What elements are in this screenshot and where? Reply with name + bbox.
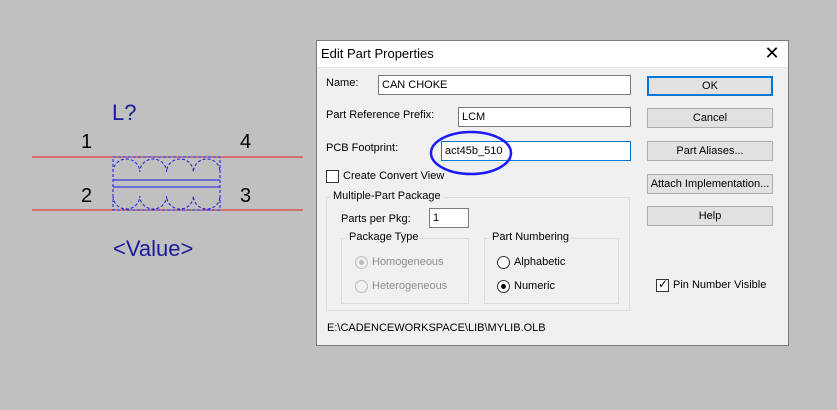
package-type-group [341, 238, 469, 304]
alphabetic-radio[interactable] [497, 256, 510, 269]
name-input[interactable]: CAN CHOKE [378, 75, 631, 95]
ok-button[interactable]: OK [647, 76, 773, 96]
multi-part-group-title: Multiple-Part Package [331, 190, 443, 202]
parts-per-pkg-label: Parts per Pkg: [341, 213, 411, 225]
part-numbering-title: Part Numbering [490, 231, 572, 243]
footprint-label: PCB Footprint: [326, 142, 399, 154]
part-reference[interactable]: L? [112, 100, 136, 126]
pin-number-visible-label: Pin Number Visible [673, 279, 767, 291]
attach-implementation-button[interactable]: Attach Implementation... [647, 174, 773, 194]
dialog-titlebar[interactable]: Edit Part Properties ✕ [317, 41, 788, 68]
help-button[interactable]: Help [647, 206, 773, 226]
dialog-title: Edit Part Properties [321, 46, 434, 61]
numeric-radio[interactable] [497, 280, 510, 293]
part-numbering-group [484, 238, 619, 304]
name-label: Name: [326, 77, 359, 89]
create-convert-checkbox[interactable] [326, 170, 339, 183]
pin-number-2: 2 [81, 185, 93, 207]
heterogeneous-label: Heterogeneous [372, 280, 448, 292]
heterogeneous-radio[interactable] [355, 280, 368, 293]
coil-bottom [112, 195, 221, 210]
homogeneous-radio[interactable] [355, 256, 368, 269]
package-type-title: Package Type [347, 231, 421, 243]
parts-per-pkg-input[interactable]: 1 [429, 208, 469, 228]
homogeneous-label: Homogeneous [372, 256, 444, 268]
pin-number-visible-checkbox[interactable] [656, 277, 669, 292]
prefix-input[interactable]: LCM [458, 107, 631, 127]
edit-part-properties-dialog: Edit Part Properties ✕ Name: CAN CHOKE P… [316, 40, 789, 346]
cancel-button[interactable]: Cancel [647, 108, 773, 128]
alphabetic-label: Alphabetic [514, 256, 566, 268]
create-convert-label: Create Convert View [343, 170, 445, 182]
pin-number-3: 3 [240, 185, 252, 207]
coil-top [112, 158, 221, 173]
part-aliases-button[interactable]: Part Aliases... [647, 141, 773, 161]
numeric-label: Numeric [514, 280, 555, 292]
pin-number-4: 4 [240, 131, 252, 153]
prefix-label: Part Reference Prefix: [326, 109, 435, 121]
close-icon[interactable]: ✕ [762, 43, 782, 64]
pin-number-1: 1 [81, 131, 93, 153]
part-body-outline [112, 156, 221, 211]
part-value[interactable]: <Value> [113, 236, 193, 262]
library-path: E:\CADENCEWORKSPACE\LIB\MYLIB.OLB [327, 322, 546, 334]
